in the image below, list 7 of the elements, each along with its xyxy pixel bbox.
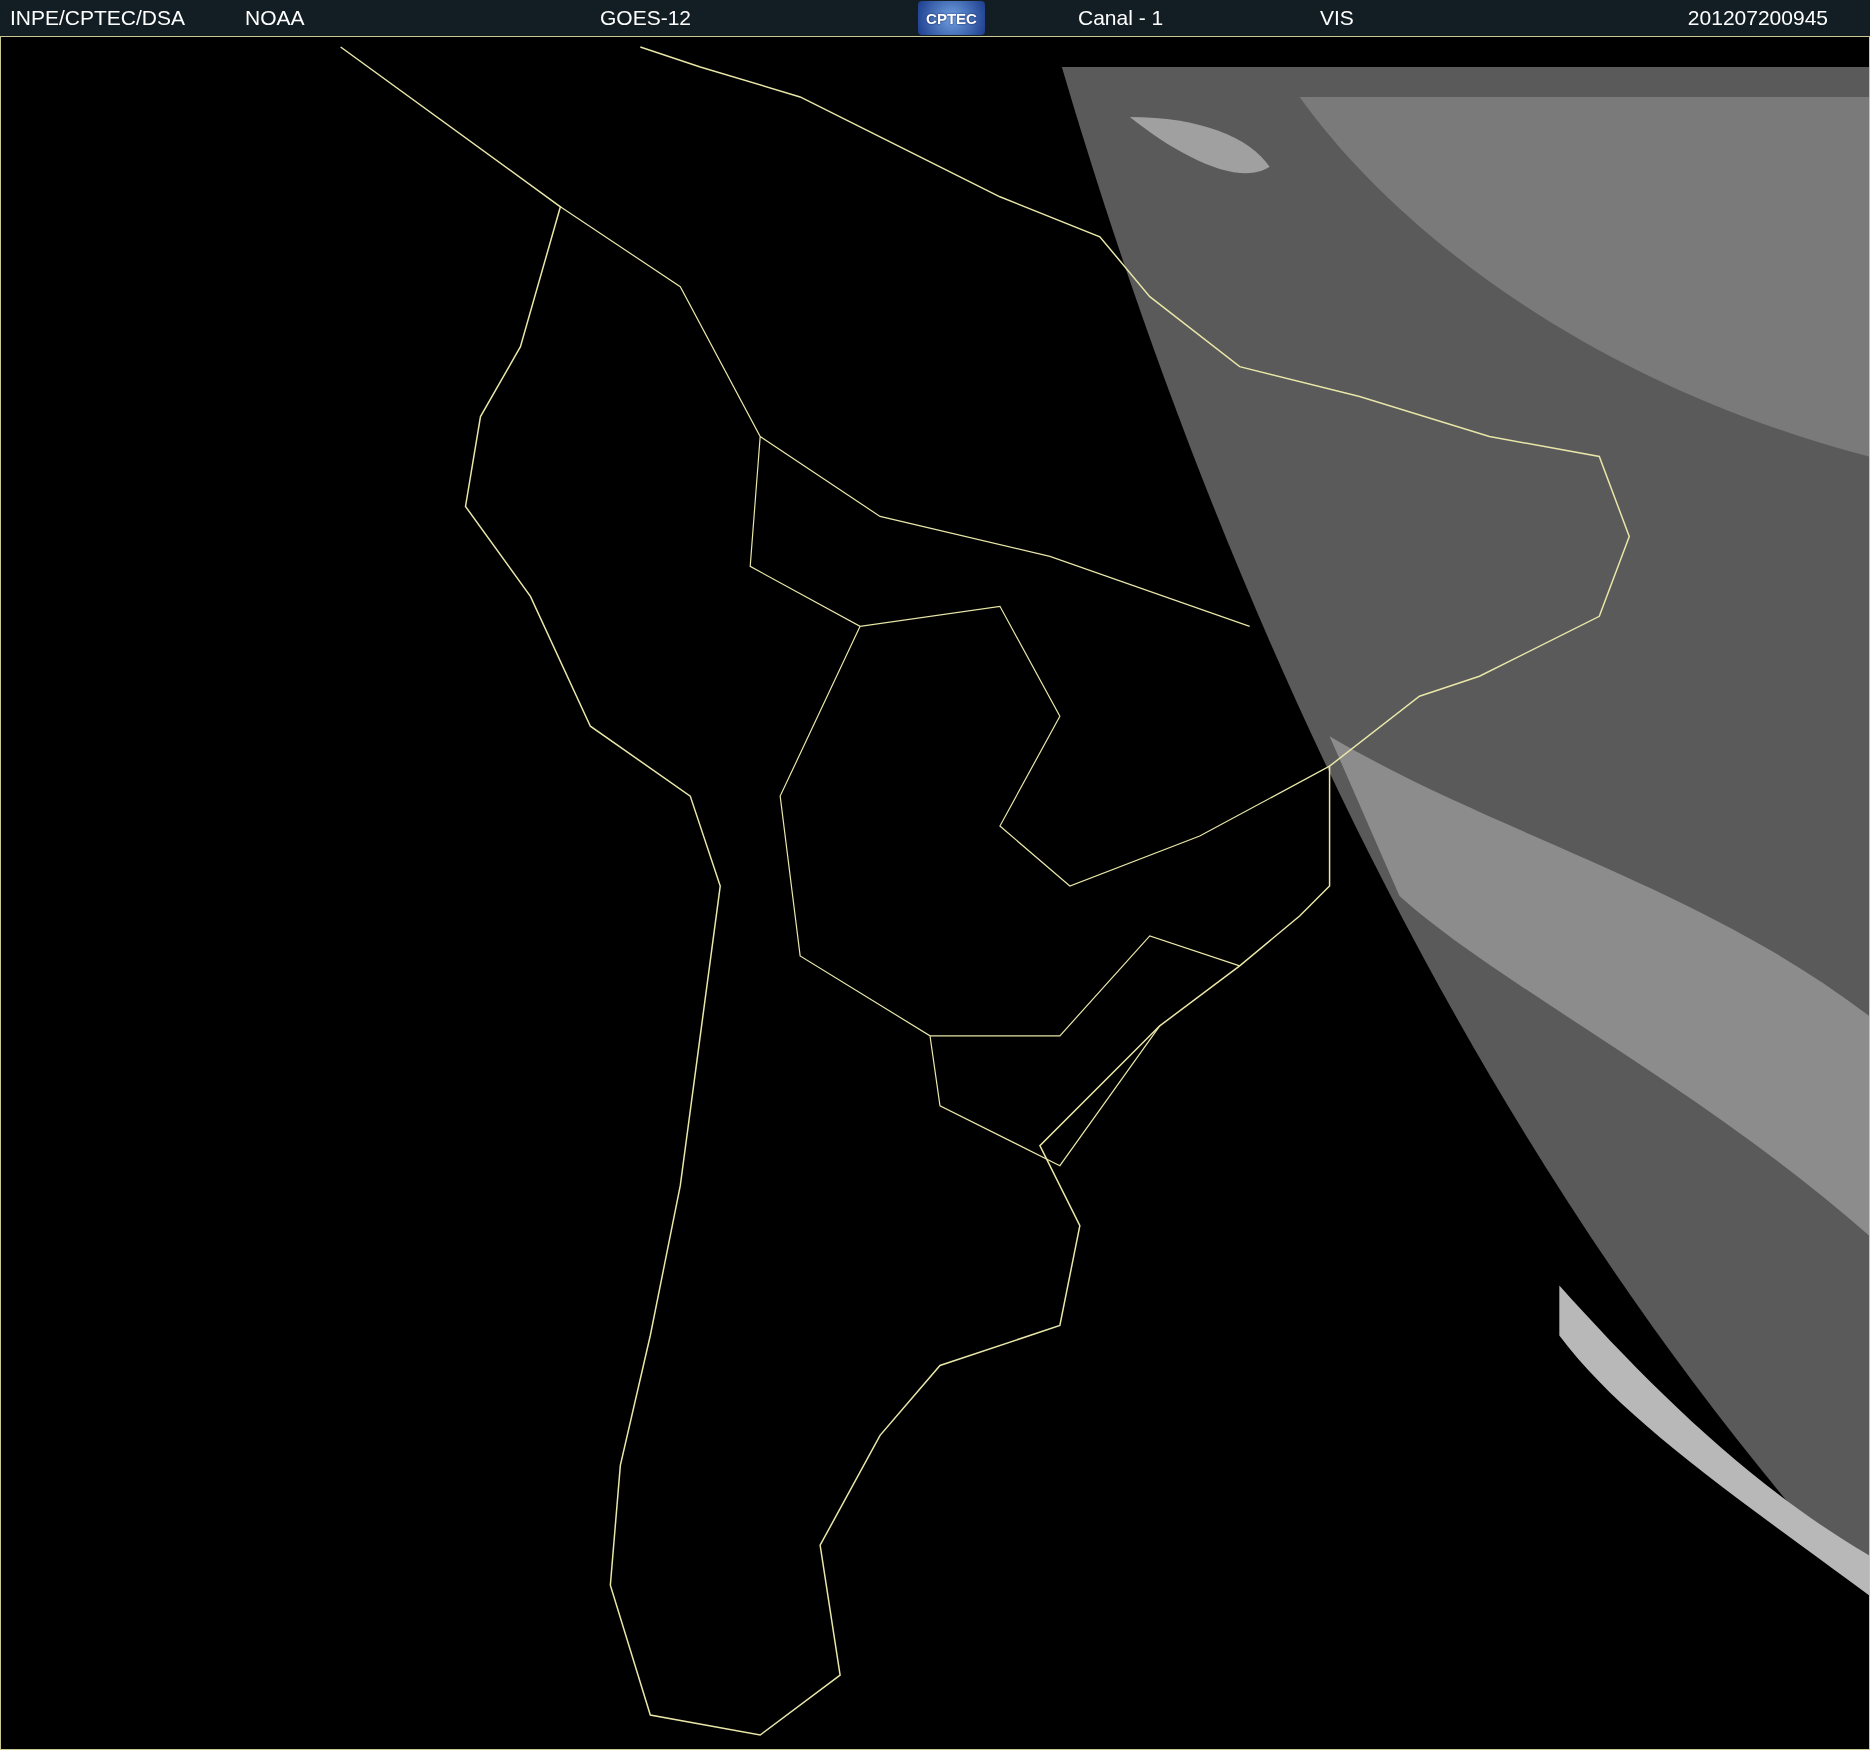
header-label: VIS — [1320, 6, 1355, 30]
logo: CPTEC — [918, 1, 985, 35]
header-label: 201207200945 — [1687, 6, 1828, 30]
header-label: INPE/CPTEC/DSA — [10, 6, 187, 30]
header-label: Canal - 1 — [1078, 6, 1165, 30]
header-label: NOAA — [245, 6, 306, 30]
header-label: GOES-12 — [600, 6, 693, 30]
